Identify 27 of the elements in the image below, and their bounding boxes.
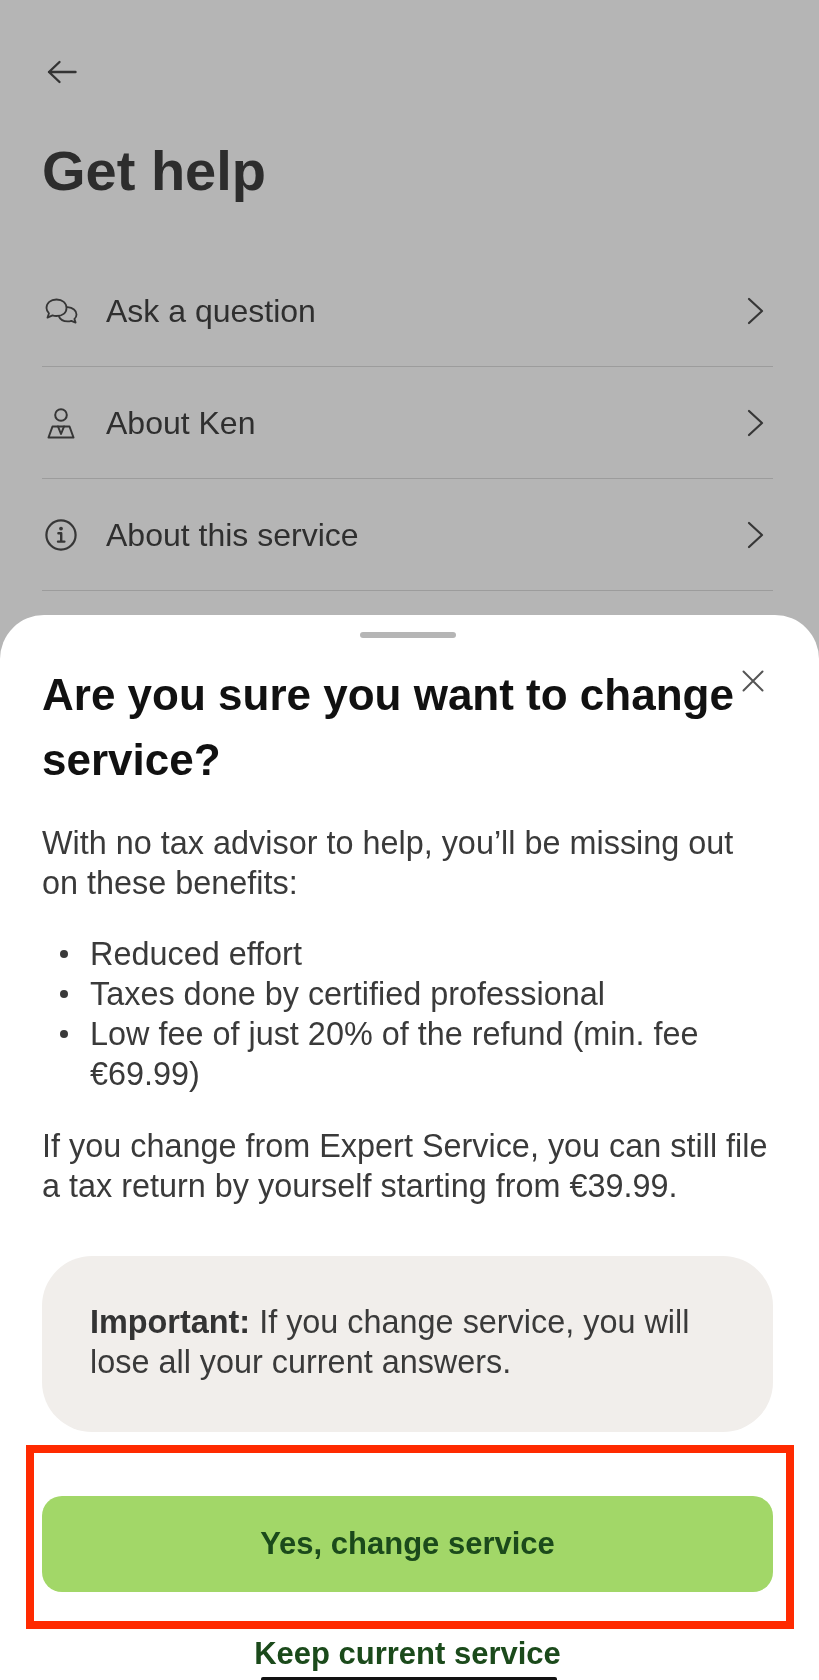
info-icon [45, 519, 77, 551]
menu-item[interactable]: About this service [42, 479, 773, 591]
drag-handle[interactable] [359, 632, 456, 638]
bullet-icon [60, 950, 68, 958]
intro-text: With no tax advisor to help, you’ll be missing out on these benefits: [42, 824, 735, 903]
chevron-right-icon [747, 297, 764, 325]
menu-item[interactable]: Ask a question [42, 255, 773, 367]
back-button[interactable] [47, 60, 77, 84]
close-icon [742, 670, 764, 692]
arrow-left-icon [47, 60, 77, 84]
important-note-text: Important: If you change service, you will lose all your current answers. [90, 1303, 691, 1382]
chat-bubbles-icon [44, 298, 78, 324]
close-button[interactable] [742, 670, 764, 692]
benefit-text: Reduced effort [90, 935, 302, 974]
page-title: Get help [42, 139, 268, 203]
keep-service-button[interactable]: Keep current service [254, 1636, 561, 1672]
change-service-button[interactable]: Yes, change service [42, 1496, 773, 1592]
info-text: If you change from Expert Service, you can still file a tax return by yourself starting from €39.99. [42, 1127, 769, 1206]
menu-item[interactable]: About Ken [42, 367, 773, 479]
chevron-right-icon [747, 409, 764, 437]
benefit-text: Taxes done by certified professional [90, 975, 605, 1014]
dialog-title: Are you sure you want to change service? [42, 669, 735, 786]
bullet-icon [60, 990, 68, 998]
person-icon [47, 407, 75, 439]
bullet-icon [60, 1030, 68, 1038]
chevron-right-icon [747, 521, 764, 549]
benefit-text: Low fee of just 20% of the refund (min. fee €69.99) [90, 1015, 700, 1094]
